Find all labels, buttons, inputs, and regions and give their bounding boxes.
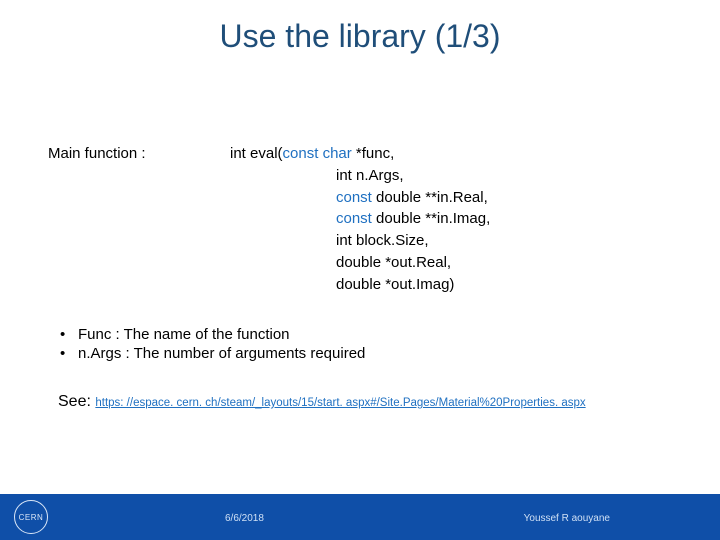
sig-line-6: double *out.Real, [230,252,490,274]
footer-date: 6/6/2018 [225,513,264,524]
sig-line-5: int block.Size, [230,230,490,252]
see-label: See: [58,393,95,410]
bullet-dot-icon: • [60,345,64,362]
bullet-text: n.Args : The number of arguments require… [78,345,365,362]
sig-line-7: double *out.Imag) [230,274,490,296]
main-function-label: Main function : [48,145,146,162]
footer-author: Youssef R aouyane [524,513,610,524]
bullet-item: • n.Args : The number of arguments requi… [60,345,365,362]
sig-line-1: int eval(const char *func, [230,143,490,165]
bullet-dot-icon: • [60,326,64,343]
see-link[interactable]: https: //espace. cern. ch/steam/_layouts… [95,397,585,409]
bullet-list: • Func : The name of the function • n.Ar… [60,326,365,364]
see-line: See: https: //espace. cern. ch/steam/_la… [58,393,586,411]
slide-title: Use the library (1/3) [0,18,720,55]
footer-bar: CERN 6/6/2018 Youssef R aouyane [0,494,720,540]
cern-logo-icon: CERN [14,500,48,534]
slide: Use the library (1/3) Main function : in… [0,0,720,540]
bullet-item: • Func : The name of the function [60,326,365,343]
bullet-text: Func : The name of the function [78,326,290,343]
function-signature: int eval(const char *func, int n.Args, c… [230,143,490,295]
sig-line-2: int n.Args, [230,165,490,187]
sig-line-4: const double **in.Imag, [230,208,490,230]
sig-line-3: const double **in.Real, [230,187,490,209]
